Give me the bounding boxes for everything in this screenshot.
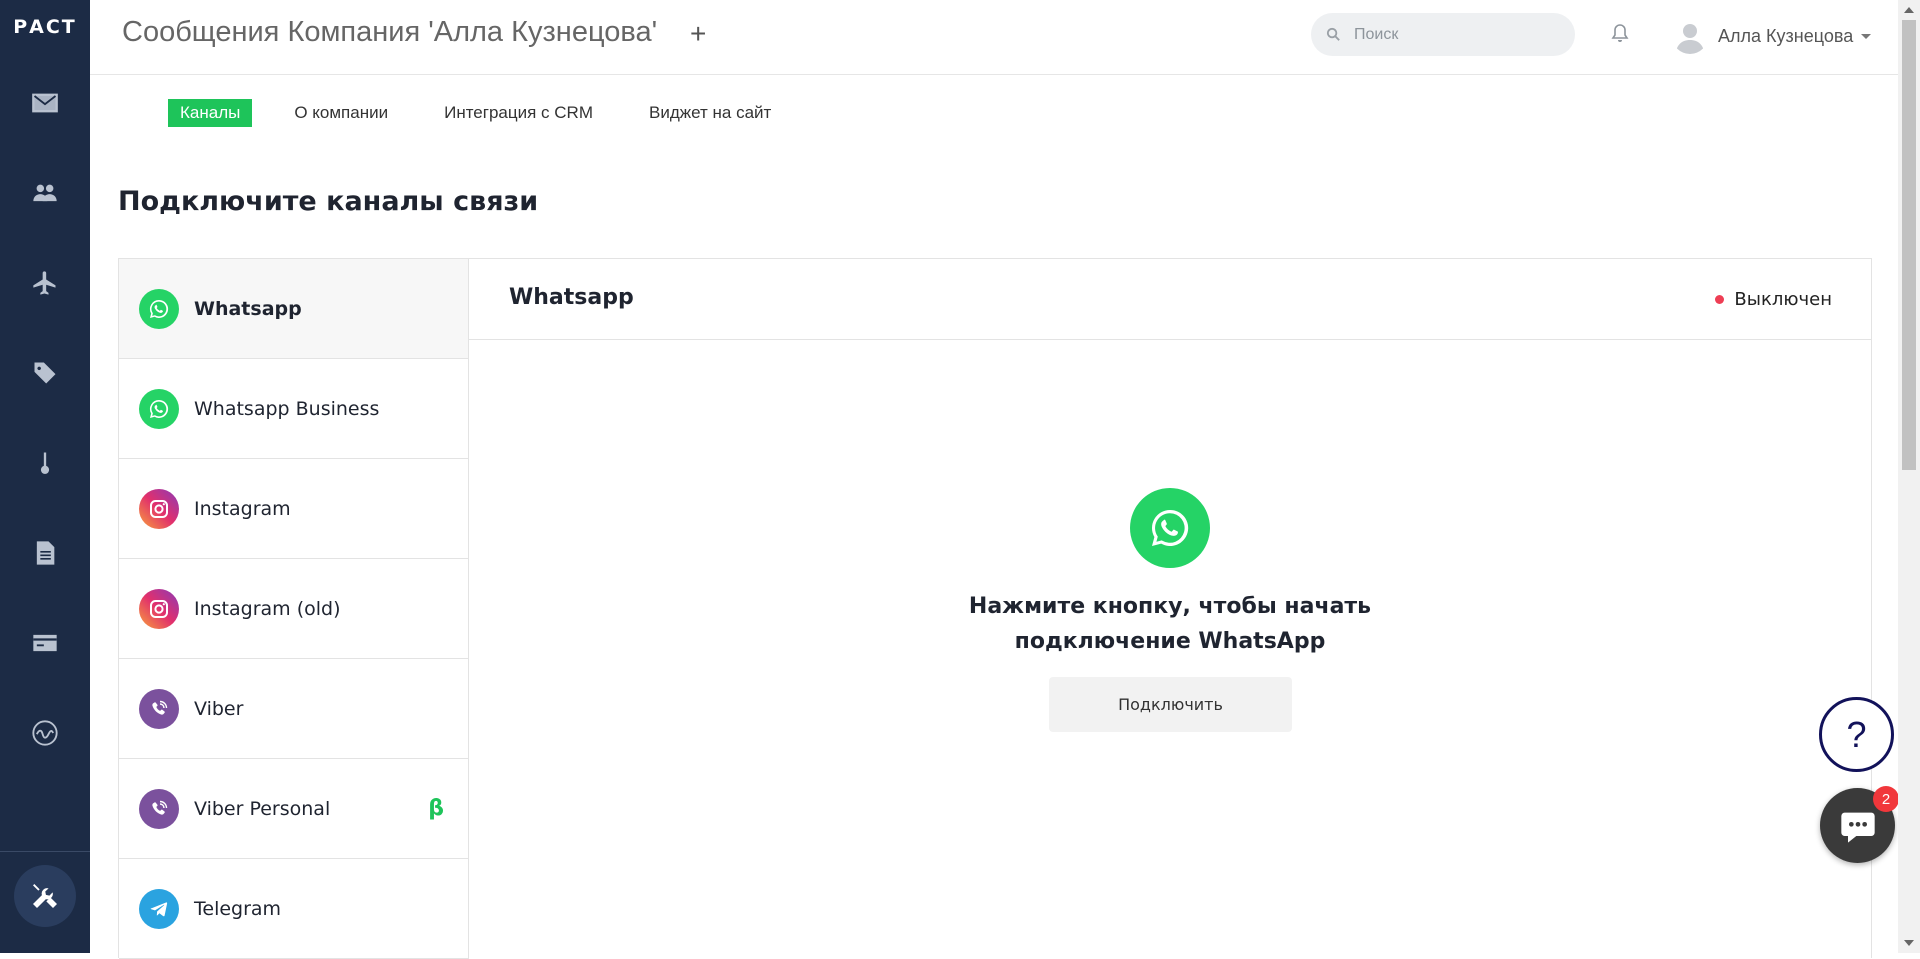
channel-label: Viber xyxy=(194,697,244,720)
cta-line-2: подключение WhatsApp xyxy=(1014,629,1326,654)
status-dot-icon xyxy=(1715,295,1725,304)
support-chat-button[interactable]: 2 xyxy=(1820,786,1899,863)
tab-crm-integration[interactable]: Интеграция с CRM xyxy=(444,99,593,127)
nav-document-icon[interactable] xyxy=(25,533,65,573)
channel-item-instagram[interactable]: Instagram xyxy=(119,459,468,559)
channel-item-whatsapp-business[interactable]: Whatsapp Business xyxy=(119,359,468,459)
channel-list: Whatsapp Whatsapp Business Instagram Ins… xyxy=(119,259,469,959)
detail-header: Whatsapp Выключен xyxy=(469,259,1872,340)
connect-instructions: Нажмите кнопку, чтобы начать подключение… xyxy=(870,589,1470,659)
avatar xyxy=(1672,18,1708,54)
help-button[interactable]: ? xyxy=(1819,697,1894,772)
channel-item-instagram-old[interactable]: Instagram (old) xyxy=(119,559,468,659)
chevron-down-icon xyxy=(1861,33,1872,39)
viber-icon xyxy=(139,788,179,829)
add-company-button[interactable]: + xyxy=(690,18,706,50)
instagram-icon xyxy=(139,488,179,529)
status-badge: Выключен xyxy=(1715,289,1832,310)
user-menu[interactable]: Алла Кузнецова xyxy=(1672,18,1872,54)
scroll-up-arrow-icon[interactable] xyxy=(1898,0,1920,20)
cta-line-1: Нажмите кнопку, чтобы начать xyxy=(968,594,1372,619)
channels-panel: Whatsapp Whatsapp Business Instagram Ins… xyxy=(118,258,1872,959)
scroll-down-arrow-icon[interactable] xyxy=(1898,933,1920,953)
channel-label: Instagram (old) xyxy=(194,597,341,620)
page-title: Сообщения Компания 'Алла Кузнецова' xyxy=(122,16,658,48)
unread-count-badge: 2 xyxy=(1873,786,1899,812)
section-title: Подключите каналы связи xyxy=(118,186,539,217)
nav-thermometer-icon[interactable] xyxy=(25,443,65,483)
top-bar: Сообщения Компания 'Алла Кузнецова' + Ал… xyxy=(90,0,1898,75)
nav-mailings-plane-icon[interactable] xyxy=(25,263,65,303)
channel-label: Telegram xyxy=(194,897,282,920)
tab-channels[interactable]: Каналы xyxy=(168,99,253,127)
tab-about-company[interactable]: О компании xyxy=(294,99,388,127)
whatsapp-icon xyxy=(139,388,179,429)
notifications-bell-icon[interactable] xyxy=(1608,22,1634,48)
sidebar-divider xyxy=(0,851,90,852)
sidebar: РАСТ xyxy=(0,0,90,953)
tab-site-widget[interactable]: Виджет на сайт xyxy=(649,99,771,127)
channel-label: Whatsapp Business xyxy=(194,397,380,420)
beta-badge: β xyxy=(428,796,444,821)
nav-tags-icon[interactable] xyxy=(25,353,65,393)
nav-activity-wave-icon[interactable] xyxy=(25,713,65,753)
channel-label: Instagram xyxy=(194,497,291,520)
chat-bubble-icon xyxy=(1840,812,1875,843)
detail-title: Whatsapp xyxy=(509,285,634,310)
page-scrollbar[interactable] xyxy=(1898,0,1920,953)
connect-button[interactable]: Подключить xyxy=(1049,677,1292,732)
instagram-icon xyxy=(139,588,179,629)
channel-item-whatsapp[interactable]: Whatsapp xyxy=(119,259,468,359)
settings-tabs: Каналы О компании Интеграция с CRM Видже… xyxy=(168,99,827,127)
nav-contacts-group-icon[interactable] xyxy=(25,173,65,213)
status-text: Выключен xyxy=(1734,289,1832,310)
channel-item-telegram[interactable]: Telegram xyxy=(119,859,468,959)
channel-label: Viber Personal xyxy=(194,797,331,820)
search-box[interactable] xyxy=(1311,13,1575,56)
nav-messages-envelope-icon[interactable] xyxy=(25,83,65,123)
app-logo: РАСТ xyxy=(13,16,77,38)
settings-tools-button[interactable] xyxy=(14,865,76,927)
search-input[interactable] xyxy=(1354,25,1564,44)
whatsapp-icon xyxy=(1130,488,1210,568)
tools-icon xyxy=(33,884,57,908)
user-name: Алла Кузнецова xyxy=(1718,25,1854,46)
whatsapp-icon xyxy=(139,288,179,329)
channel-item-viber[interactable]: Viber xyxy=(119,659,468,759)
nav-billing-card-icon[interactable] xyxy=(25,623,65,663)
channel-item-viber-personal[interactable]: Viber Personal β xyxy=(119,759,468,859)
channel-detail: Whatsapp Выключен Нажмите кнопку, чтобы … xyxy=(469,259,1872,959)
telegram-icon xyxy=(139,888,179,929)
channel-label: Whatsapp xyxy=(194,297,302,320)
scrollbar-thumb[interactable] xyxy=(1902,20,1916,470)
search-icon xyxy=(1326,27,1340,41)
viber-icon xyxy=(139,688,179,729)
